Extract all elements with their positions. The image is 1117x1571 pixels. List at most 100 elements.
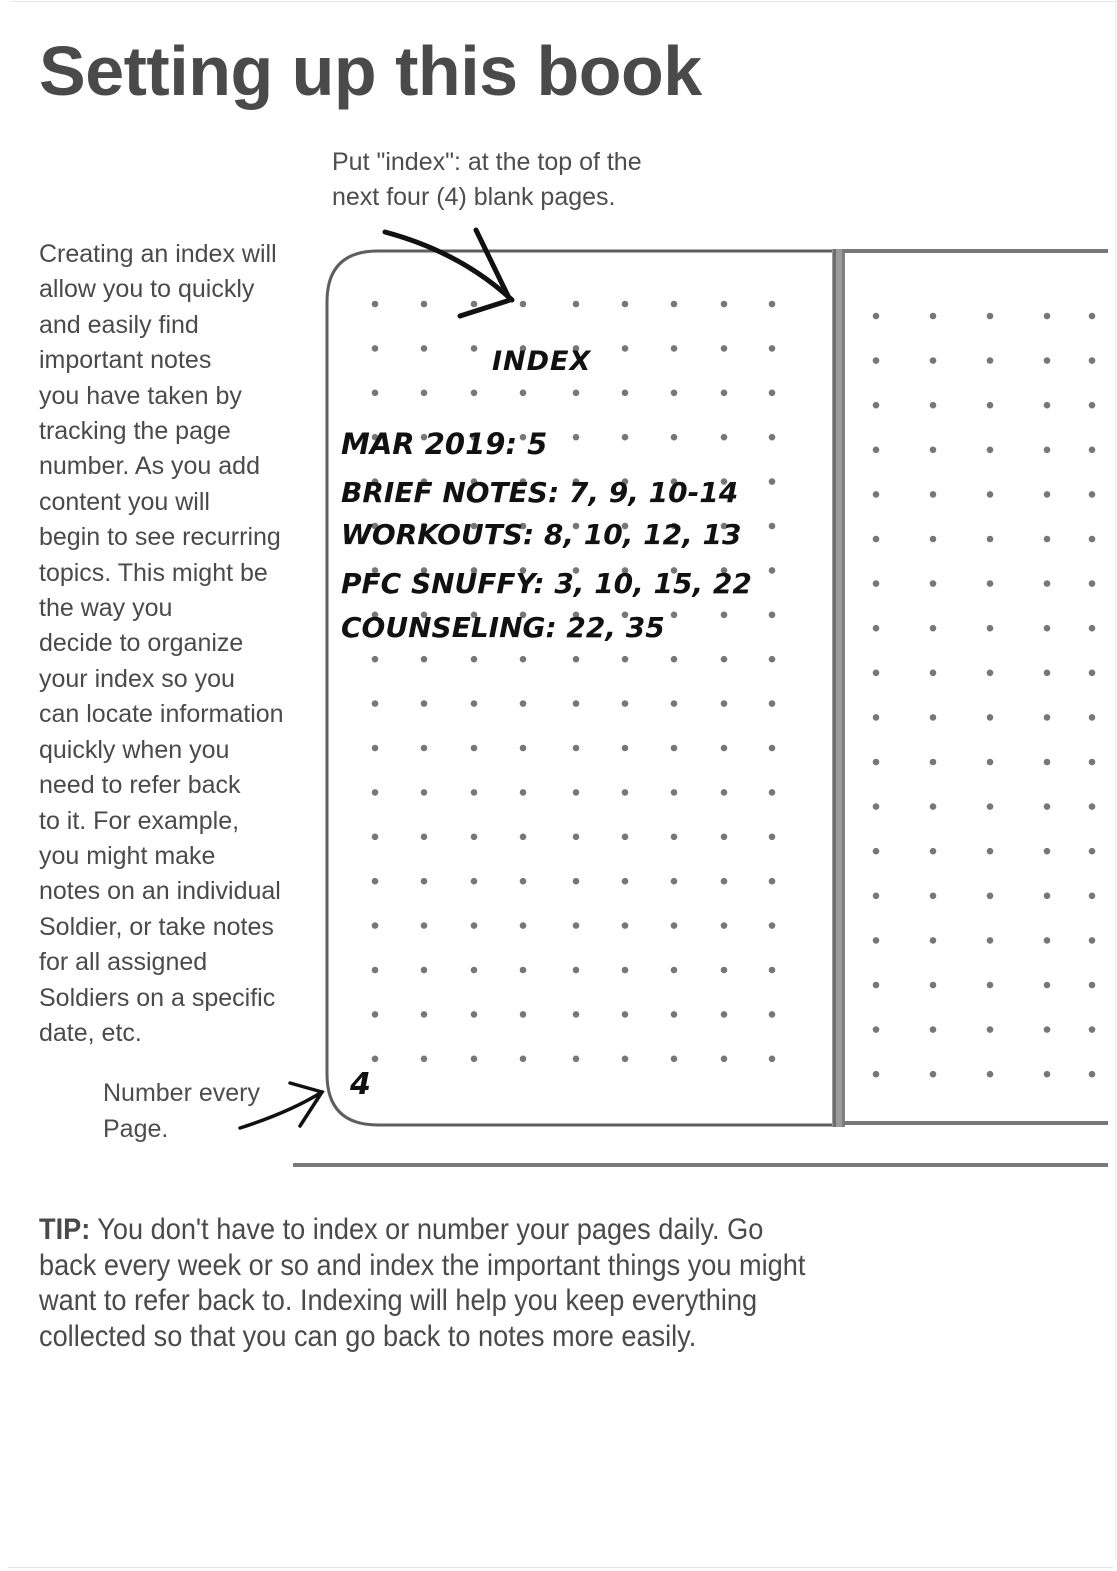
grid-dot — [768, 345, 776, 352]
grid-dot — [720, 877, 728, 885]
grid-dot — [572, 300, 580, 308]
grid-dot — [670, 833, 678, 841]
right-page-dot-grid — [872, 312, 1096, 1078]
grid-dot — [929, 491, 937, 498]
grid-dot — [986, 491, 994, 498]
grid-dot — [929, 1070, 937, 1078]
grid-dot — [1088, 624, 1096, 632]
left-page-outline — [325, 249, 832, 1127]
grid-dot — [670, 300, 678, 308]
grid-dot — [572, 700, 580, 707]
grid-dot — [1043, 937, 1051, 944]
grid-dot — [470, 345, 478, 352]
grid-dot — [720, 833, 728, 841]
grid-dot — [1088, 847, 1096, 855]
grid-dot — [1043, 580, 1051, 587]
grid-dot — [768, 877, 776, 885]
grid-dot — [986, 446, 994, 454]
section-divider — [293, 1163, 1108, 1167]
grid-dot — [621, 1011, 629, 1018]
grid-dot — [420, 300, 428, 308]
grid-dot — [670, 700, 678, 707]
page: Setting up this book Put "index": at the… — [0, 0, 1117, 1571]
grid-dot — [768, 567, 776, 574]
grid-dot — [621, 744, 629, 752]
grid-dot — [986, 624, 994, 632]
grid-dot — [519, 1011, 527, 1018]
grid-dot — [872, 669, 880, 677]
tip-line: collected so that you can go back to not… — [39, 1319, 697, 1353]
grid-dot — [1088, 758, 1096, 766]
index-heading: INDEX — [492, 346, 591, 377]
grid-dot — [1088, 892, 1096, 900]
grid-dot — [1043, 847, 1051, 855]
grid-dot — [1088, 312, 1096, 320]
grid-dot — [519, 833, 527, 841]
grid-dot — [420, 833, 428, 841]
grid-dot — [872, 758, 880, 766]
grid-dot — [929, 714, 937, 721]
grid-dot — [929, 758, 937, 766]
grid-dot — [670, 655, 678, 663]
grid-dot — [872, 892, 880, 900]
grid-dot — [768, 611, 776, 619]
grid-dot — [519, 966, 527, 974]
grid-dot — [872, 624, 880, 632]
grid-dot — [929, 624, 937, 632]
grid-dot — [872, 357, 880, 364]
grid-dot — [986, 1026, 994, 1033]
grid-dot — [371, 1055, 379, 1063]
grid-dot — [371, 300, 379, 308]
index-entry: PFC SNUFFY: 3, 10, 15, 22 — [341, 567, 752, 600]
grid-dot — [572, 1011, 580, 1018]
grid-dot — [768, 389, 776, 397]
grid-dot — [470, 1011, 478, 1018]
grid-dot — [572, 789, 580, 796]
grid-dot — [986, 981, 994, 989]
grid-dot — [1043, 758, 1051, 766]
grid-dot — [1088, 937, 1096, 944]
right-page-top-edge — [844, 249, 1108, 253]
grid-dot — [621, 700, 629, 707]
grid-dot — [420, 744, 428, 752]
grid-dot — [420, 922, 428, 929]
grid-dot — [519, 789, 527, 796]
grid-dot — [470, 789, 478, 796]
grid-dot — [621, 389, 629, 397]
left-page-dot-grid — [371, 300, 776, 1063]
grid-dot — [470, 744, 478, 752]
grid-dot — [420, 345, 428, 352]
grid-dot — [929, 937, 937, 944]
grid-dot — [572, 922, 580, 929]
grid-dot — [929, 669, 937, 677]
tip-paragraph: TIP: You don't have to index or number y… — [39, 1212, 885, 1354]
grid-dot — [621, 655, 629, 663]
tip-line: want to refer back to. Indexing will hel… — [39, 1284, 758, 1317]
grid-dot — [986, 803, 994, 810]
grid-dot — [420, 789, 428, 796]
index-entry: MAR 2019: 5 — [341, 427, 547, 461]
grid-dot — [768, 700, 776, 707]
grid-dot — [986, 1070, 994, 1078]
grid-dot — [572, 966, 580, 974]
right-page-bottom-edge — [844, 1121, 1108, 1125]
grid-dot — [872, 580, 880, 587]
grid-dot — [371, 877, 379, 885]
grid-dot — [1043, 1026, 1051, 1033]
grid-dot — [768, 966, 776, 974]
grid-dot — [572, 1055, 580, 1063]
grid-dot — [986, 580, 994, 587]
grid-dot — [1043, 357, 1051, 364]
tip-line: back every week or so and index the impo… — [39, 1248, 806, 1282]
grid-dot — [1043, 491, 1051, 498]
grid-dot — [986, 892, 994, 900]
grid-dot — [470, 877, 478, 885]
grid-dot — [470, 833, 478, 841]
grid-dot — [929, 1026, 937, 1033]
grid-dot — [621, 877, 629, 885]
grid-dot — [371, 389, 379, 397]
grid-dot — [986, 847, 994, 855]
grid-dot — [1088, 1026, 1096, 1033]
grid-dot — [872, 401, 880, 409]
grid-dot — [371, 655, 379, 663]
